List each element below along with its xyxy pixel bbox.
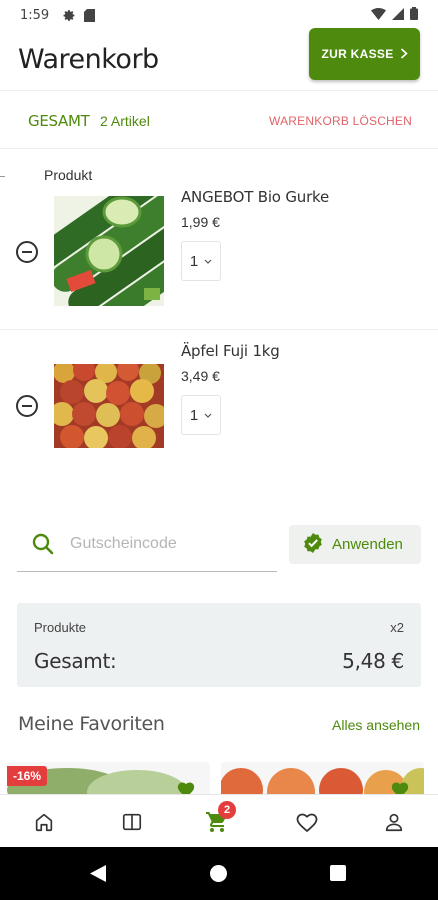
quantity-select[interactable]: 1 <box>181 395 221 435</box>
nav-favorites-heart-icon[interactable] <box>293 808 321 836</box>
grand-total-value: 5,48 € <box>342 649 404 673</box>
favorites-see-all-link[interactable]: Alles ansehen <box>332 717 420 733</box>
favorite-heart-icon[interactable] <box>176 780 196 794</box>
cart-summary-row: GESAMT 2 Artikel WARENKORB LÖSCHEN <box>0 104 438 140</box>
cart-total-label: GESAMT <box>28 112 90 130</box>
signal-icon <box>392 7 404 23</box>
quantity-value: 1 <box>189 406 199 424</box>
discount-badge: -16% <box>7 766 48 786</box>
favorite-card[interactable]: -16% <box>7 762 210 794</box>
column-marker <box>0 176 5 177</box>
checkout-button-label: ZUR KASSE <box>321 47 394 61</box>
product-column-header: Produkt <box>44 167 93 183</box>
coupon-code-input[interactable]: Gutscheincode <box>17 522 277 572</box>
battery-icon <box>410 7 418 23</box>
system-navigation-bar <box>0 847 438 900</box>
home-circle-icon[interactable] <box>210 865 227 882</box>
item-divider <box>0 329 438 330</box>
header-divider <box>0 90 438 91</box>
item-price: 3,49 € <box>181 368 220 384</box>
grand-total-label: Gesamt: <box>34 649 117 673</box>
checkout-button[interactable]: ZUR KASSE <box>309 28 420 80</box>
nav-cart-icon[interactable]: 2 <box>203 801 236 836</box>
coupon-placeholder: Gutscheincode <box>70 535 177 552</box>
chevron-down-icon <box>204 256 212 266</box>
apply-coupon-label: Anwenden <box>332 536 403 553</box>
sd-card-icon <box>84 8 96 22</box>
remove-item-icon[interactable] <box>16 395 38 417</box>
quantity-select[interactable]: 1 <box>181 241 221 281</box>
search-icon <box>31 532 55 561</box>
settings-gear-icon <box>63 9 76 22</box>
totals-box: Produkte x2 Gesamt: 5,48 € <box>17 603 421 687</box>
nav-catalog-icon[interactable] <box>118 808 146 836</box>
apply-coupon-button[interactable]: Anwenden <box>289 525 421 564</box>
recents-square-icon[interactable] <box>330 865 346 881</box>
clear-cart-button[interactable]: WARENKORB LÖSCHEN <box>269 114 412 128</box>
app-header: Warenkorb ZUR KASSE <box>0 28 438 90</box>
bottom-navigation: 2 <box>0 794 438 847</box>
status-bar: 1:59 <box>0 0 438 30</box>
products-label: Produkte <box>34 620 87 635</box>
summary-divider <box>0 148 438 149</box>
nav-home-icon[interactable] <box>30 808 58 836</box>
remove-item-icon[interactable] <box>16 241 38 263</box>
item-name: Äpfel Fuji 1kg <box>181 342 280 360</box>
product-image-apples[interactable] <box>54 364 164 448</box>
item-price: 1,99 € <box>181 214 220 230</box>
quantity-value: 1 <box>189 252 199 270</box>
check-badge-icon <box>303 532 323 557</box>
nav-account-user-icon[interactable] <box>380 808 408 836</box>
status-time: 1:59 <box>20 7 50 23</box>
wifi-icon <box>371 7 386 23</box>
page-title: Warenkorb <box>18 44 159 75</box>
chevron-right-icon <box>400 47 408 62</box>
product-image-cucumber[interactable] <box>54 196 164 306</box>
item-name: ANGEBOT Bio Gurke <box>181 188 330 206</box>
favorite-heart-icon[interactable] <box>390 780 410 794</box>
back-icon[interactable] <box>90 865 106 887</box>
favorites-title: Meine Favoriten <box>18 713 165 735</box>
cart-item-count: 2 Artikel <box>100 113 150 129</box>
cart-badge: 2 <box>218 801 236 819</box>
favorite-card[interactable] <box>221 762 424 794</box>
chevron-down-icon <box>204 410 212 420</box>
products-count: x2 <box>390 620 404 635</box>
